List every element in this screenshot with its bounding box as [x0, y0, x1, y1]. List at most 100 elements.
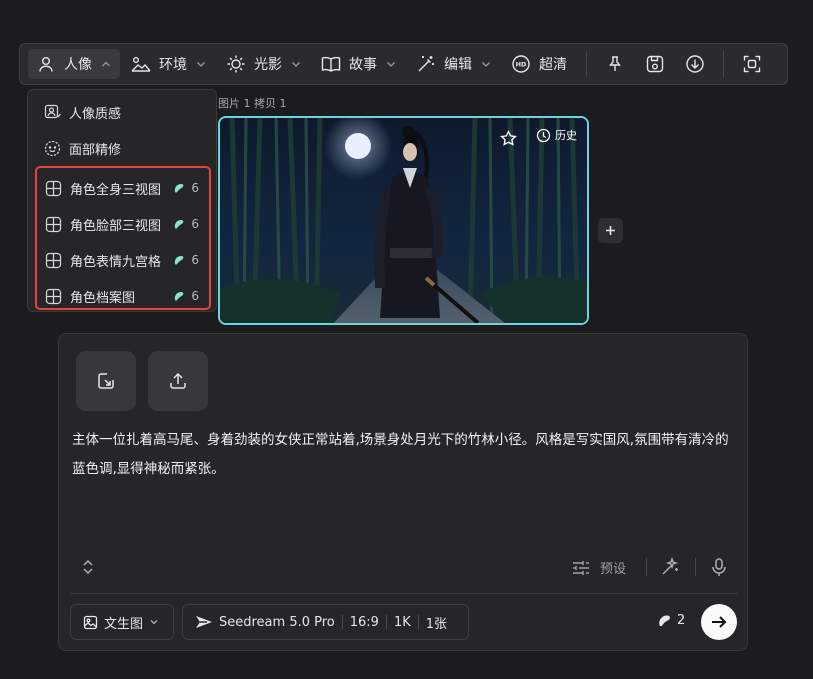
add-image-button[interactable] [598, 218, 623, 243]
seedream-logo-icon [196, 616, 212, 628]
hd-icon: HD [511, 54, 531, 74]
generated-image-card[interactable]: 历史 [218, 116, 589, 325]
save-icon[interactable] [639, 48, 671, 80]
sliders-icon [573, 560, 589, 575]
image-count: 1张 [425, 616, 448, 632]
book-icon [321, 54, 341, 74]
cost-value: 6 [191, 217, 199, 231]
menu-item-label: 角色档案图 [70, 290, 136, 306]
import-icon [98, 373, 114, 389]
credit-value: 2 [677, 613, 686, 628]
prompt-panel: 主体一位扎着高马尾、身着劲装的女侠正常站着,场景身处月光下的竹林小径。风格是写实… [58, 333, 748, 651]
mode-label: 文生图 [104, 616, 144, 632]
chevron-down-icon [195, 58, 207, 70]
sparkle-icon[interactable] [660, 556, 680, 577]
prompt-textarea[interactable]: 主体一位扎着高马尾、身着劲装的女侠正常站着,场景身处月光下的竹林小径。风格是写实… [72, 426, 737, 484]
generated-image [220, 118, 587, 323]
send-button[interactable] [701, 604, 737, 640]
grid-icon [44, 251, 62, 269]
menu-item-label: 角色全身三视图 [70, 182, 162, 198]
image-icon [83, 615, 98, 629]
divider [695, 558, 696, 576]
chevron-down-icon [385, 58, 397, 70]
menu-item-label: 面部精修 [69, 142, 122, 158]
upload-button[interactable] [148, 351, 208, 411]
fullscreen-icon[interactable] [736, 48, 768, 80]
toolbar-edit-menu[interactable]: 编辑 [408, 49, 500, 79]
cost-value: 6 [191, 253, 199, 267]
chevron-down-icon [150, 620, 158, 625]
toolbar-lighting-menu[interactable]: 光影 [218, 49, 310, 79]
history-label: 历史 [555, 129, 577, 142]
credit-icon [659, 615, 670, 627]
grid-icon [44, 179, 62, 197]
mode-select[interactable]: 文生图 [70, 604, 174, 640]
portrait-texture-icon [43, 103, 61, 121]
toolbar-divider [723, 51, 724, 77]
grid-icon [44, 287, 62, 305]
expand-collapse-icon[interactable] [79, 558, 97, 576]
menu-item-full-body-three-view[interactable]: 角色全身三视图 6 [37, 170, 209, 206]
credit-icon [175, 255, 184, 265]
aspect-ratio: 16:9 [349, 614, 379, 630]
grid-icon [44, 215, 62, 233]
divider [646, 558, 647, 576]
toolbar-divider [586, 51, 587, 77]
landscape-icon [131, 54, 151, 74]
pin-icon[interactable] [599, 48, 631, 80]
toolbar-environment-label: 环境 [159, 57, 187, 73]
menu-item-portrait-texture[interactable]: 人像质感 [28, 94, 216, 130]
image-label: 图片 1 拷贝 1 [218, 97, 287, 110]
menu-item-label: 角色脸部三视图 [70, 218, 162, 234]
arrow-right-icon [712, 616, 727, 628]
person-icon [36, 54, 56, 74]
credit-icon [175, 291, 184, 301]
toolbar-story-label: 故事 [349, 57, 377, 73]
credit-cost: 6 [173, 217, 199, 231]
clock-icon [536, 128, 551, 142]
menu-item-face-refine[interactable]: 面部精修 [28, 130, 216, 166]
credit-icon [175, 183, 184, 193]
magic-wand-icon [416, 54, 436, 74]
menu-item-label: 人像质感 [69, 106, 122, 122]
toolbar-hd-button[interactable]: HD 超清 [503, 49, 575, 79]
credit-cost: 6 [173, 181, 199, 195]
resolution: 1K [393, 614, 411, 630]
top-toolbar: 人像 环境 光影 故事 编辑 HD 超清 [19, 43, 788, 85]
credit-cost: 6 [173, 253, 199, 267]
svg-text:HD: HD [516, 61, 527, 69]
download-icon[interactable] [679, 48, 711, 80]
cost-value: 6 [191, 289, 199, 303]
credit-cost: 2 [657, 613, 685, 628]
toolbar-portrait-menu[interactable]: 人像 [28, 49, 120, 79]
history-button[interactable]: 历史 [536, 127, 577, 143]
preset-label: 预设 [600, 562, 627, 577]
toolbar-portrait-label: 人像 [64, 57, 92, 73]
favorite-star-icon[interactable] [497, 127, 519, 149]
menu-item-character-profile[interactable]: 角色档案图 6 [37, 278, 209, 314]
toolbar-edit-label: 编辑 [444, 57, 472, 73]
cost-value: 6 [191, 181, 199, 195]
divider [341, 615, 343, 629]
toolbar-lighting-label: 光影 [254, 57, 282, 73]
upload-icon [170, 372, 186, 389]
sun-icon [226, 54, 246, 74]
highlighted-character-group: 角色全身三视图 6 角色脸部三视图 6 角色表情九宫格 6 角色档案图 6 [35, 166, 211, 310]
model-settings-select[interactable]: Seedream 5.0 Pro 16:9 1K 1张 [182, 604, 469, 640]
face-icon [43, 139, 61, 157]
import-reference-button[interactable] [76, 351, 136, 411]
toolbar-environment-menu[interactable]: 环境 [123, 49, 215, 79]
menu-item-expression-nine-grid[interactable]: 角色表情九宫格 6 [37, 242, 209, 278]
model-name: Seedream 5.0 Pro [219, 614, 335, 630]
chevron-down-icon [480, 58, 492, 70]
divider [385, 615, 387, 629]
menu-item-label: 角色表情九宫格 [70, 254, 162, 270]
menu-item-face-three-view[interactable]: 角色脸部三视图 6 [37, 206, 209, 242]
plus-icon [606, 226, 615, 235]
divider [417, 615, 419, 629]
credit-cost: 6 [173, 289, 199, 303]
portrait-dropdown-menu: 人像质感 面部精修 角色全身三视图 6 角色脸部三视图 6 角色表情九宫格 6 … [27, 89, 217, 312]
toolbar-story-menu[interactable]: 故事 [313, 49, 405, 79]
microphone-icon[interactable] [709, 557, 729, 577]
preset-button[interactable]: 预设 [572, 558, 626, 577]
